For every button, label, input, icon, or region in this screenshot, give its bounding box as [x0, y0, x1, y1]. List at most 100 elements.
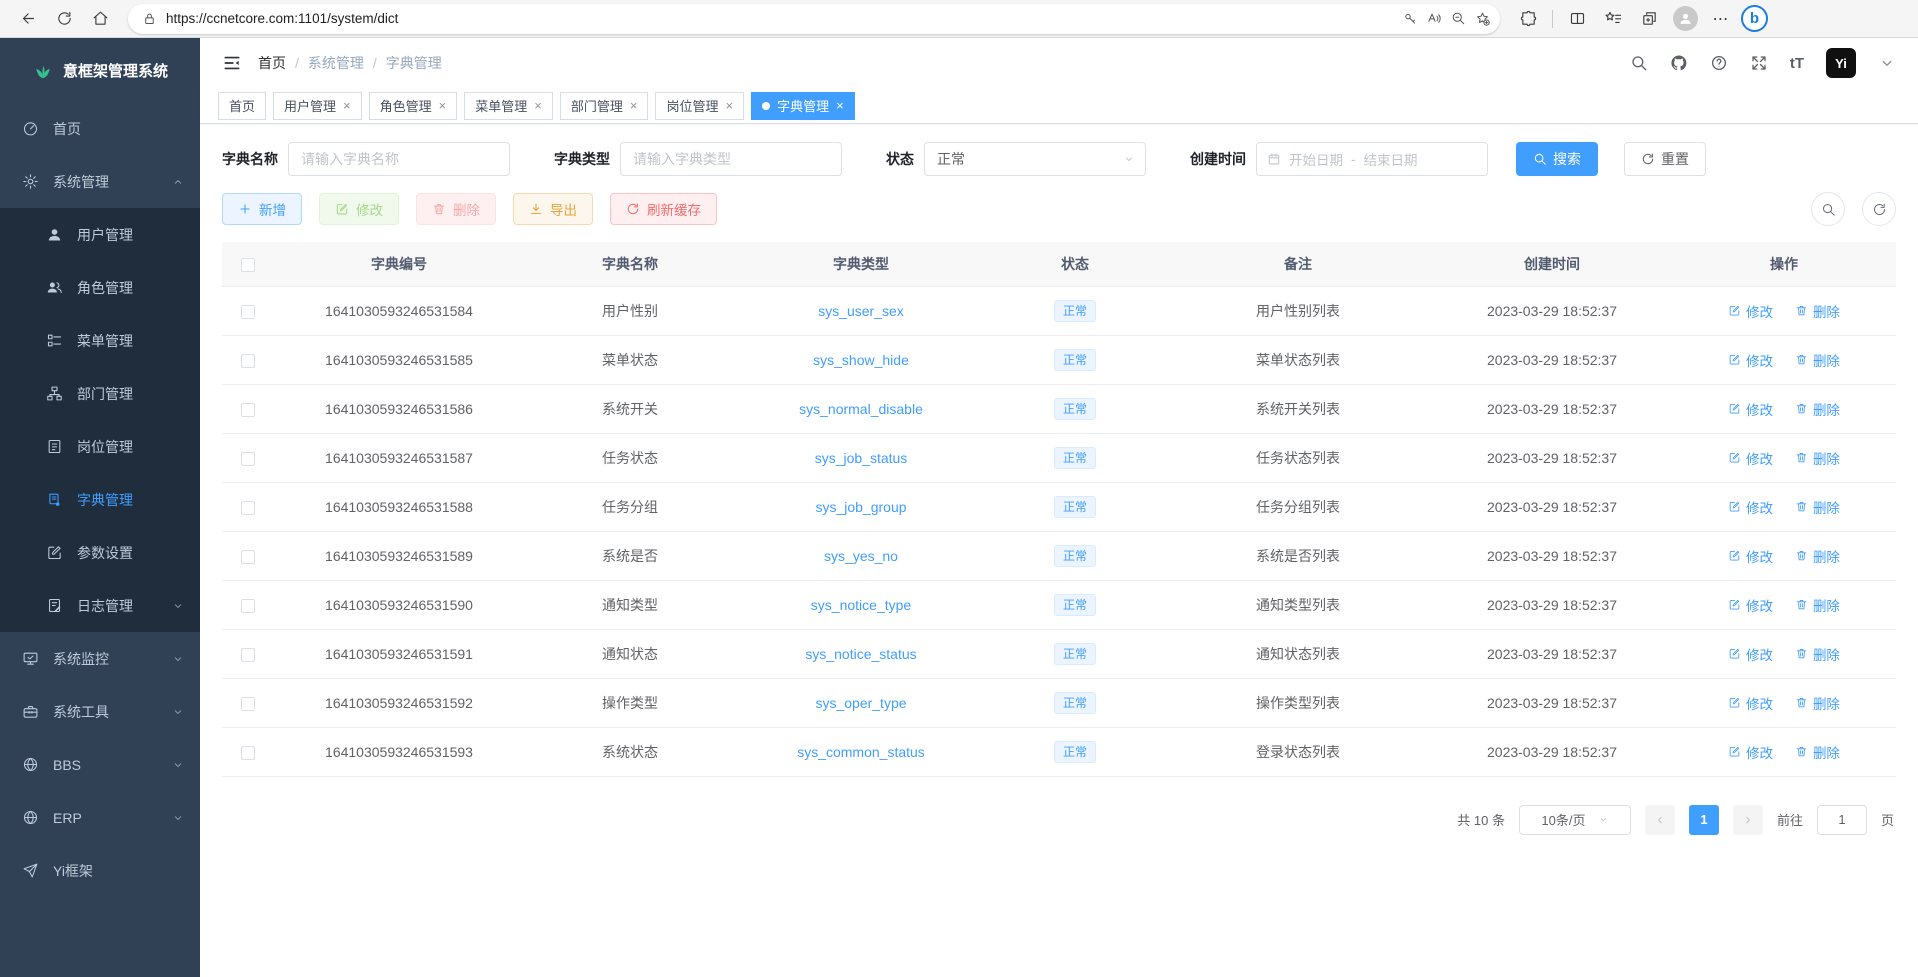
add-button[interactable]: 新增: [222, 193, 302, 225]
row-delete-button[interactable]: 删除: [1795, 546, 1840, 566]
start-date-placeholder[interactable]: 开始日期: [1289, 149, 1343, 169]
prev-page-button[interactable]: ‹: [1645, 805, 1675, 835]
tab-menu-management[interactable]: 菜单管理×: [464, 92, 553, 120]
close-icon[interactable]: ×: [343, 98, 351, 113]
sidebar-item-log-management[interactable]: 日志管理: [0, 579, 200, 632]
tab-role-management[interactable]: 角色管理×: [369, 92, 458, 120]
read-aloud-icon[interactable]: [1427, 11, 1442, 26]
row-delete-button[interactable]: 删除: [1795, 497, 1840, 517]
tab-home[interactable]: 首页: [218, 92, 266, 120]
sidebar-item-system-monitor[interactable]: 系统监控: [0, 632, 200, 685]
row-edit-button[interactable]: 修改: [1728, 301, 1773, 321]
github-icon[interactable]: [1670, 54, 1688, 72]
reset-button[interactable]: 重置: [1624, 142, 1706, 176]
address-bar[interactable]: https://ccnetcore.com:1101/system/dict: [128, 4, 1500, 34]
row-delete-button[interactable]: 删除: [1795, 644, 1840, 664]
chevron-down-icon[interactable]: [1878, 54, 1896, 72]
dict-type-link[interactable]: sys_job_status: [815, 450, 908, 466]
current-page-button[interactable]: 1: [1689, 805, 1719, 835]
sidebar-item-menu-management[interactable]: 菜单管理: [0, 314, 200, 367]
row-checkbox[interactable]: [241, 550, 255, 564]
tab-user-management[interactable]: 用户管理×: [273, 92, 362, 120]
fullscreen-icon[interactable]: [1750, 54, 1768, 72]
favorite-add-icon[interactable]: [1475, 11, 1490, 26]
back-button[interactable]: [12, 4, 44, 34]
search-icon[interactable]: [1630, 54, 1648, 72]
row-checkbox[interactable]: [241, 452, 255, 466]
browser-menu-button[interactable]: ⋯: [1705, 4, 1737, 34]
export-button[interactable]: 导出: [513, 193, 593, 225]
home-button[interactable]: [84, 4, 116, 34]
close-icon[interactable]: ×: [439, 98, 447, 113]
dict-type-link[interactable]: sys_oper_type: [815, 695, 906, 711]
dict-type-link[interactable]: sys_notice_status: [805, 646, 916, 662]
row-edit-button[interactable]: 修改: [1728, 497, 1773, 517]
sidebar-item-home[interactable]: 首页: [0, 102, 200, 155]
row-edit-button[interactable]: 修改: [1728, 595, 1773, 615]
extensions-button[interactable]: [1512, 4, 1544, 34]
row-edit-button[interactable]: 修改: [1728, 399, 1773, 419]
sidebar-collapse-button[interactable]: [222, 53, 242, 73]
dict-type-link[interactable]: sys_notice_type: [811, 597, 911, 613]
row-edit-button[interactable]: 修改: [1728, 644, 1773, 664]
row-checkbox[interactable]: [241, 746, 255, 760]
sidebar-item-user-management[interactable]: 用户管理: [0, 208, 200, 261]
row-checkbox[interactable]: [241, 648, 255, 662]
password-key-icon[interactable]: [1403, 11, 1418, 26]
row-checkbox[interactable]: [241, 697, 255, 711]
row-checkbox[interactable]: [241, 305, 255, 319]
dict-type-link[interactable]: sys_show_hide: [813, 352, 909, 368]
sidebar-item-system-tools[interactable]: 系统工具: [0, 685, 200, 738]
tab-post-management[interactable]: 岗位管理×: [655, 92, 744, 120]
row-edit-button[interactable]: 修改: [1728, 546, 1773, 566]
row-delete-button[interactable]: 删除: [1795, 399, 1840, 419]
refresh-table-button[interactable]: [1862, 192, 1896, 226]
dict-name-input[interactable]: [288, 142, 510, 176]
split-screen-button[interactable]: [1561, 4, 1593, 34]
favorites-button[interactable]: [1597, 4, 1629, 34]
tab-dict-management[interactable]: 字典管理×: [751, 92, 855, 120]
row-edit-button[interactable]: 修改: [1728, 693, 1773, 713]
page-size-select[interactable]: 10条/页: [1519, 805, 1631, 835]
status-select[interactable]: 正常: [924, 142, 1146, 176]
collections-button[interactable]: [1633, 4, 1665, 34]
row-delete-button[interactable]: 删除: [1795, 595, 1840, 615]
dict-type-link[interactable]: sys_user_sex: [818, 303, 904, 319]
help-icon[interactable]: [1710, 54, 1728, 72]
next-page-button[interactable]: ›: [1733, 805, 1763, 835]
toggle-search-button[interactable]: [1811, 192, 1845, 226]
sidebar-item-post-management[interactable]: 岗位管理: [0, 420, 200, 473]
user-avatar[interactable]: Yi: [1826, 48, 1856, 78]
end-date-placeholder[interactable]: 结束日期: [1364, 149, 1418, 169]
goto-page-input[interactable]: [1817, 805, 1867, 835]
row-edit-button[interactable]: 修改: [1728, 742, 1773, 762]
delete-button[interactable]: 删除: [416, 193, 496, 225]
row-edit-button[interactable]: 修改: [1728, 448, 1773, 468]
tab-dept-management[interactable]: 部门管理×: [560, 92, 649, 120]
sidebar-item-yi-framework[interactable]: Yi框架: [0, 844, 200, 897]
date-range-picker[interactable]: 开始日期 - 结束日期: [1256, 142, 1488, 176]
breadcrumb-home[interactable]: 首页: [258, 53, 286, 73]
row-delete-button[interactable]: 删除: [1795, 693, 1840, 713]
row-delete-button[interactable]: 删除: [1795, 350, 1840, 370]
breadcrumb-system[interactable]: 系统管理: [308, 53, 364, 73]
close-icon[interactable]: ×: [630, 98, 638, 113]
bing-chat-button[interactable]: b: [1741, 5, 1768, 32]
close-icon[interactable]: ×: [725, 98, 733, 113]
dict-type-link[interactable]: sys_common_status: [797, 744, 925, 760]
refresh-cache-button[interactable]: 刷新缓存: [610, 193, 717, 225]
row-checkbox[interactable]: [241, 403, 255, 417]
dict-type-link[interactable]: sys_job_group: [815, 499, 906, 515]
dict-type-input[interactable]: [620, 142, 842, 176]
zoom-out-icon[interactable]: [1451, 11, 1466, 26]
dict-type-link[interactable]: sys_yes_no: [824, 548, 898, 564]
row-checkbox[interactable]: [241, 354, 255, 368]
sidebar-item-dept-management[interactable]: 部门管理: [0, 367, 200, 420]
edit-button[interactable]: 修改: [319, 193, 399, 225]
sidebar-item-system-management[interactable]: 系统管理: [0, 155, 200, 208]
row-delete-button[interactable]: 删除: [1795, 448, 1840, 468]
font-size-icon[interactable]: tT: [1790, 55, 1804, 72]
search-button[interactable]: 搜索: [1516, 142, 1598, 176]
sidebar-item-param-settings[interactable]: 参数设置: [0, 526, 200, 579]
close-icon[interactable]: ×: [836, 98, 844, 113]
